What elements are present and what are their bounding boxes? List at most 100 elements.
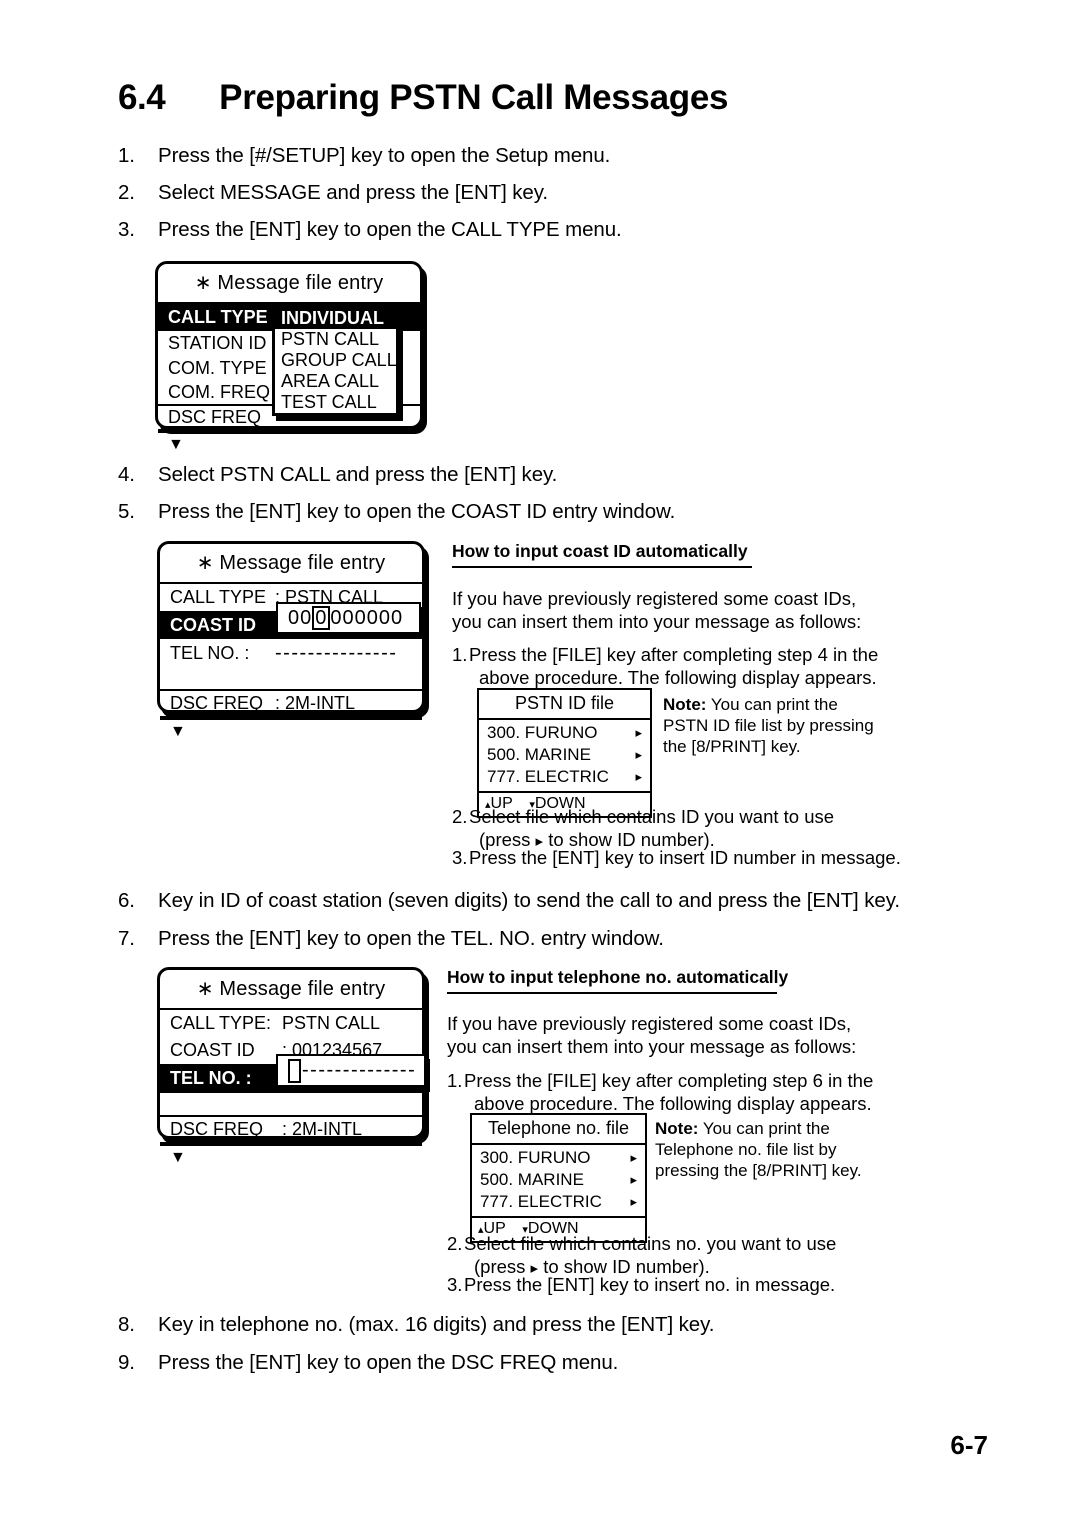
page-number: 6-7 (950, 1430, 988, 1460)
telephone-no-print-note-line3: pressing the [8/PRINT] key. (655, 1161, 862, 1180)
telephone-no-file-item-0-label: 300. FURUNO (480, 1148, 591, 1167)
howto-coast-heading: How to input coast ID automatically (452, 541, 752, 568)
lcd3-scroll-indicator: ▼ (160, 1144, 422, 1171)
step-3-number: 3. (118, 218, 135, 241)
lcd2-row-coast-id-label: COAST ID (170, 614, 257, 635)
lcd1-row-com-type-label: COM. TYPE (168, 358, 267, 378)
step-3-text: Press the [ENT] key to open the CALL TYP… (158, 218, 622, 241)
lcd-display-call-type: ∗ Message file entry CALL TYPE STATION I… (155, 261, 423, 453)
step-2-number: 2. (118, 181, 135, 204)
page-title: 6.4 Preparing PSTN Call Messages (118, 78, 918, 118)
howto-tel-intro-line1: If you have previously registered some c… (447, 1013, 852, 1034)
step-1: 1. Press the [#/SETUP] key to open the S… (118, 143, 898, 169)
telephone-no-print-note: Note: You can print the Telephone no. fi… (655, 1118, 905, 1181)
popup-item-area-call[interactable]: AREA CALL (275, 371, 396, 392)
coast-id-entry-pre: 00 (288, 606, 313, 629)
popup-item-pstn-call[interactable]: PSTN CALL (275, 329, 396, 350)
step-3: 3. Press the [ENT] key to open the CALL … (118, 217, 898, 243)
lcd1-row-call-type-label: CALL TYPE (168, 307, 268, 327)
lcd1-row-station-id-label: STATION ID (168, 333, 267, 353)
howto-coast-intro-line1: If you have previously registered some c… (452, 588, 857, 609)
chevron-right-icon[interactable]: ▸ (623, 769, 642, 785)
step-1-number: 1. (118, 144, 135, 167)
howto-tel-substep-2-line1: Select file which contains no. you want … (464, 1233, 837, 1254)
telephone-no-file-item-2-label: 777. ELECTRIC (480, 1192, 602, 1211)
howto-coast-substep-2-line1: Select file which contains ID you want t… (469, 806, 835, 827)
popup-item-individual[interactable]: INDIVIDUAL (275, 308, 396, 329)
lcd2-row-call-type-label: CALL TYPE (170, 587, 267, 607)
step-8-text: Key in telephone no. (max. 16 digits) an… (158, 1313, 715, 1336)
howto-tel-substep-3-text: Press the [ENT] key to insert no. in mes… (464, 1274, 836, 1295)
step-5-number: 5. (118, 500, 135, 523)
step-8: 8. Key in telephone no. (max. 16 digits)… (118, 1312, 918, 1338)
howto-coast-substep-3-number: 3. (452, 847, 468, 868)
step-7-number: 7. (118, 927, 135, 950)
step-6-text: Key in ID of coast station (seven digits… (158, 889, 900, 912)
howto-tel-substep-1-number: 1. (447, 1070, 463, 1091)
tel-no-entry-cursor (288, 1058, 301, 1083)
section-number: 6.4 (118, 78, 166, 117)
lcd2-row-dsc-freq-label: DSC FREQ (170, 693, 264, 713)
lcd2-row-dsc-freq-value: : 2M-INTL (275, 693, 356, 713)
pstn-id-print-note-label: Note: (663, 695, 707, 714)
coast-id-entry-post: 000000 (330, 606, 404, 629)
howto-tel-intro-line2: you can insert them into your message as… (447, 1036, 857, 1057)
step-9: 9. Press the [ENT] key to open the DSC F… (118, 1350, 918, 1376)
lcd3-row-dsc-freq-value: : 2M-INTL (282, 1119, 363, 1139)
chevron-right-icon[interactable]: ▸ (618, 1172, 637, 1188)
telephone-no-file-list: 300. FURUNO ▸ 500. MARINE ▸ 777. ELECTRI… (472, 1145, 645, 1216)
howto-tel-substep-3: 3. Press the [ENT] key to insert no. in … (447, 1273, 907, 1296)
telephone-no-file-item-0[interactable]: 300. FURUNO ▸ (472, 1147, 645, 1169)
step-1-text: Press the [#/SETUP] key to open the Setu… (158, 144, 611, 167)
lcd2-row-dsc-freq[interactable]: DSC FREQ : 2M-INTL (160, 691, 422, 718)
howto-tel-substep-1-line2: above procedure. The following display a… (474, 1093, 872, 1114)
telephone-no-file-item-1[interactable]: 500. MARINE ▸ (472, 1169, 645, 1191)
coast-id-entry-field[interactable]: 00 0 000000 (276, 602, 421, 634)
howto-tel-substep-1-text: Press the [FILE] key after completing st… (464, 1069, 892, 1115)
lcd1-scroll-indicator: ▼ (158, 431, 420, 458)
howto-coast-intro-line2: you can insert them into your message as… (452, 611, 862, 632)
tel-no-entry-dashes: -------------- (302, 1059, 417, 1081)
step-5-text: Press the [ENT] key to open the COAST ID… (158, 500, 676, 523)
lcd3-row-call-type[interactable]: CALL TYPE: PSTN CALL (160, 1010, 422, 1037)
howto-coast-substep-1-text: Press the [FILE] key after completing st… (469, 643, 892, 689)
lcd3-row-blank (160, 1093, 422, 1117)
lcd2-scroll-indicator: ▼ (160, 718, 422, 745)
pstn-id-file-item-1[interactable]: 500. MARINE ▸ (479, 744, 650, 766)
pstn-id-file-item-2[interactable]: 777. ELECTRIC ▸ (479, 766, 650, 788)
howto-tel-substep-1: 1. Press the [FILE] key after completing… (447, 1069, 892, 1115)
lcd-display-coast-id: ∗ Message file entry CALL TYPE : PSTN CA… (157, 541, 425, 740)
howto-coast-intro: If you have previously registered some c… (452, 587, 882, 633)
telephone-no-file-title: Telephone no. file (472, 1115, 645, 1145)
lcd2-row-blank (160, 667, 422, 691)
lcd2-row-tel-no-value: --------------- (275, 641, 398, 664)
tel-no-entry-field[interactable]: -------------- (276, 1054, 426, 1087)
howto-coast-substep-1: 1. Press the [FILE] key after completing… (452, 643, 892, 689)
telephone-no-file-item-2[interactable]: 777. ELECTRIC ▸ (472, 1191, 645, 1213)
chevron-right-icon[interactable]: ▸ (618, 1194, 637, 1210)
lcd3-title: ∗ Message file entry (160, 970, 422, 1010)
call-type-popup-menu[interactable]: INDIVIDUAL PSTN CALL GROUP CALL AREA CAL… (272, 305, 399, 416)
step-7-text: Press the [ENT] key to open the TEL. NO.… (158, 927, 664, 950)
section-title: Preparing PSTN Call Messages (219, 78, 729, 117)
popup-item-test-call[interactable]: TEST CALL (275, 392, 396, 413)
step-2: 2. Select MESSAGE and press the [ENT] ke… (118, 180, 898, 206)
howto-coast-substep-1-line1: Press the [FILE] key after completing st… (469, 644, 879, 665)
step-8-number: 8. (118, 1313, 135, 1336)
lcd3-row-coast-id-label: COAST ID (170, 1040, 255, 1060)
step-4-text: Select PSTN CALL and press the [ENT] key… (158, 463, 558, 486)
popup-item-group-call[interactable]: GROUP CALL (275, 350, 397, 371)
lcd3-row-dsc-freq[interactable]: DSC FREQ : 2M-INTL (160, 1117, 422, 1144)
lcd2-row-tel-no[interactable]: TEL NO. : --------------- (160, 639, 422, 667)
howto-coast-substep-1-number: 1. (452, 644, 468, 665)
chevron-right-icon[interactable]: ▸ (623, 747, 642, 763)
lcd3-row-tel-no-label: TEL NO. : (170, 1068, 252, 1088)
step-4: 4. Select PSTN CALL and press the [ENT] … (118, 462, 898, 488)
pstn-id-print-note-line1: You can print the (706, 695, 838, 714)
lcd1-row-dsc-freq-label: DSC FREQ (168, 407, 262, 427)
step-4-number: 4. (118, 463, 135, 486)
lcd2-title: ∗ Message file entry (160, 544, 422, 584)
pstn-id-file-item-0[interactable]: 300. FURUNO ▸ (479, 722, 650, 744)
chevron-right-icon[interactable]: ▸ (618, 1150, 637, 1166)
chevron-right-icon[interactable]: ▸ (623, 725, 642, 741)
